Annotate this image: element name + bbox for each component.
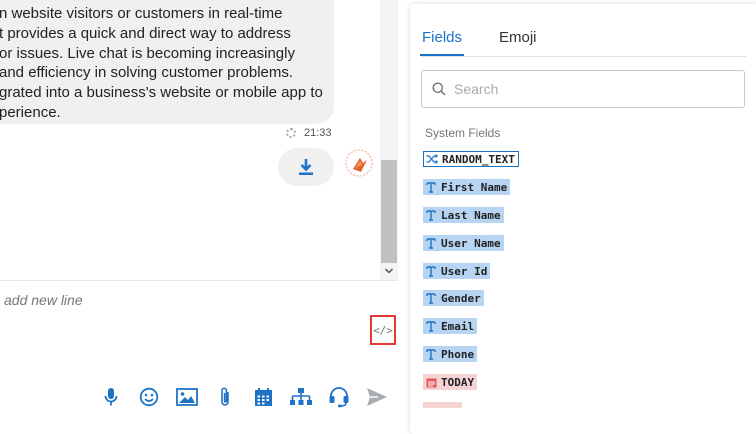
field-chip-phone[interactable]: Phone [423, 346, 478, 362]
text-type-icon [425, 292, 437, 304]
field-chip-today[interactable]: TODAY [423, 374, 478, 390]
message-status: 21:33 [286, 127, 332, 139]
shuffle-icon [426, 153, 438, 165]
chat-pane: n website visitors or customers in real-… [0, 0, 398, 424]
message-line: and efficiency in solving customer probl… [0, 64, 294, 82]
calendar-icon[interactable] [254, 387, 273, 407]
field-chip-label: Email [441, 319, 475, 333]
attachment-button[interactable] [206, 383, 244, 411]
attachment-icon[interactable] [218, 386, 232, 408]
sitemap-icon[interactable] [289, 387, 313, 407]
search-box [421, 70, 745, 108]
tab-fields[interactable]: Fields [422, 29, 462, 46]
section-label: System Fields [425, 126, 501, 140]
calendar-button[interactable] [244, 383, 282, 411]
field-chip-label: Last Name [441, 208, 501, 222]
message-time: 21:33 [304, 127, 332, 139]
field-chip-gender[interactable]: Gender [423, 290, 484, 306]
field-chip-partial[interactable] [423, 402, 462, 408]
field-picker-panel: Fields Emoji System Fields RANDOM_TEXT [410, 4, 756, 434]
message-line: or issues. Live chat is becoming increas… [0, 44, 295, 62]
field-chip-user-name[interactable]: User Name [423, 235, 504, 251]
scroll-down-arrow-icon[interactable] [383, 265, 395, 277]
field-chip-label: RANDOM_TEXT [442, 152, 515, 166]
flow-button[interactable] [282, 383, 320, 411]
message-line: grated into a business's website or mobi… [0, 84, 323, 102]
message-bubble: n website visitors or customers in real-… [0, 0, 334, 124]
image-icon[interactable] [176, 388, 198, 406]
text-type-icon [425, 265, 437, 277]
field-chip-label: Gender [441, 291, 481, 305]
image-button[interactable] [168, 383, 206, 411]
field-chip-first-name[interactable]: First Name [423, 179, 511, 195]
bot-avatar [344, 148, 374, 178]
field-list: RANDOM_TEXT First Name Last Name User Na… [423, 150, 753, 408]
text-type-icon [425, 181, 437, 193]
composer-input[interactable] [2, 291, 366, 309]
field-chip-user-id[interactable]: User Id [423, 263, 491, 279]
text-type-icon [425, 348, 437, 360]
message-line: n website visitors or customers in real-… [0, 5, 283, 22]
active-tab-indicator [420, 54, 464, 56]
send-button[interactable] [358, 383, 396, 411]
emoji-button[interactable] [130, 383, 168, 411]
text-type-icon [425, 237, 437, 249]
picker-tabs: Fields Emoji [420, 24, 746, 57]
sending-spinner-icon [286, 128, 296, 138]
headset-icon[interactable] [328, 386, 350, 408]
message-line: perience. [0, 103, 61, 121]
message-text: n website visitors or customers in real-… [0, 4, 339, 123]
text-type-icon [425, 209, 437, 221]
microphone-button[interactable] [92, 383, 130, 411]
field-chip-label: Phone [441, 347, 475, 361]
composer-toolbar [92, 383, 396, 411]
tab-emoji[interactable]: Emoji [499, 29, 537, 46]
scrollbar-thumb[interactable] [381, 160, 397, 263]
file-message-bubble[interactable] [278, 148, 334, 186]
message-composer: </> [0, 280, 398, 424]
code-toggle-button[interactable]: </> [370, 315, 396, 345]
agent-button[interactable] [320, 383, 358, 411]
download-icon[interactable] [298, 158, 314, 176]
field-chip-random-text[interactable]: RANDOM_TEXT [423, 151, 519, 167]
emoji-icon[interactable] [139, 387, 159, 407]
field-chip-label: User Id [441, 264, 488, 278]
message-line: t provides a quick and direct way to add… [0, 24, 291, 42]
field-chip-email[interactable]: Email [423, 318, 478, 334]
text-type-icon [425, 320, 437, 332]
field-chip-label: User Name [441, 236, 501, 250]
field-chip-label: First Name [441, 180, 508, 194]
bot-logo-icon [345, 149, 373, 177]
calendar-icon [425, 376, 437, 388]
field-chip-label: TODAY [441, 375, 475, 389]
chat-scrollbar[interactable] [380, 0, 398, 280]
search-icon [432, 82, 446, 96]
search-input[interactable] [452, 80, 716, 98]
field-chip-last-name[interactable]: Last Name [423, 207, 504, 223]
microphone-icon[interactable] [103, 387, 119, 407]
send-icon[interactable] [366, 387, 388, 407]
